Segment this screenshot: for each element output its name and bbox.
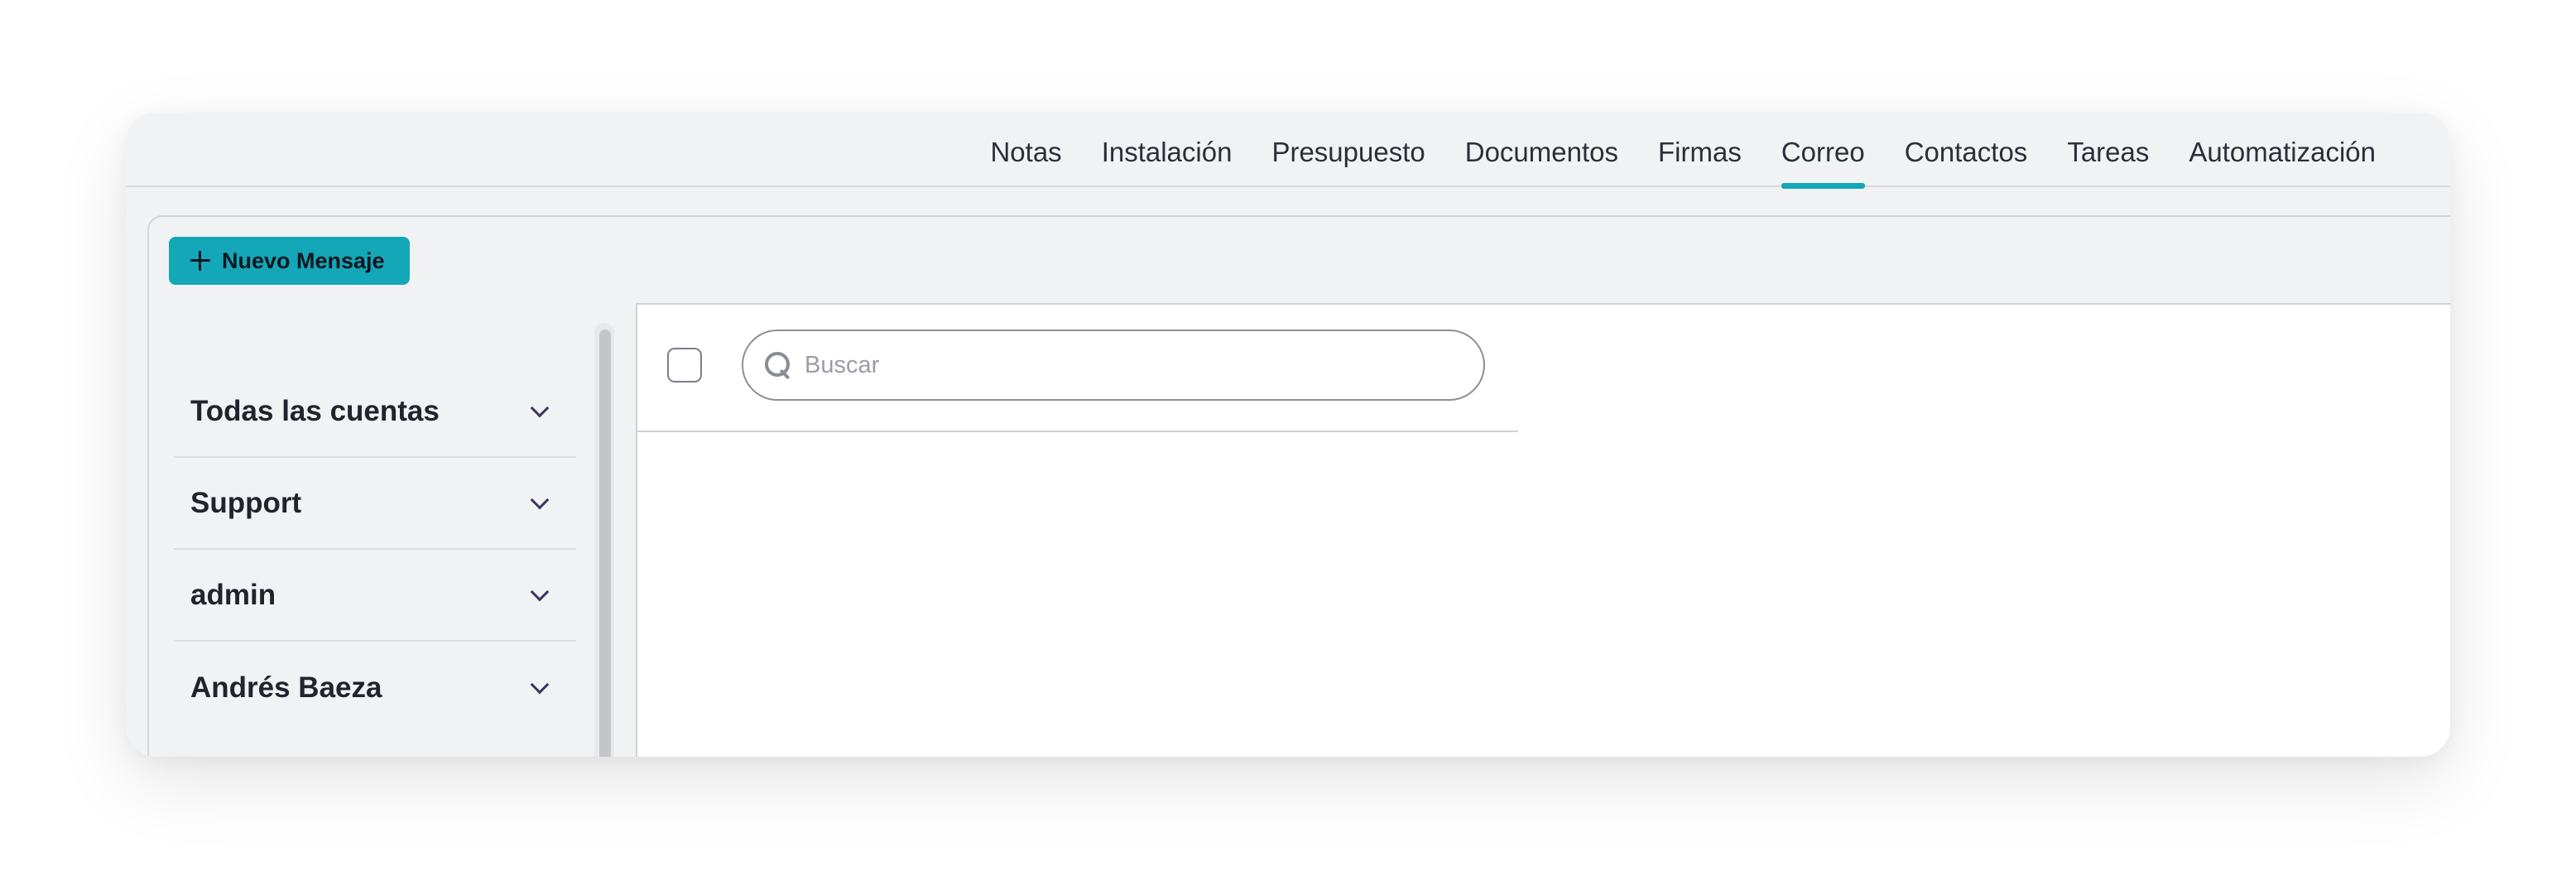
tab-firmas[interactable]: Firmas <box>1658 113 1742 187</box>
tab-list: Notas Instalación Presupuesto Documentos… <box>990 113 2376 189</box>
chevron-down-icon[interactable] <box>530 398 550 417</box>
account-item-todas[interactable]: Todas las cuentas <box>174 366 576 458</box>
tab-notas[interactable]: Notas <box>990 113 1061 187</box>
reading-pane <box>1518 303 2450 757</box>
search-field[interactable] <box>742 330 1485 401</box>
chevron-down-icon[interactable] <box>530 582 550 601</box>
tab-automatizacion[interactable]: Automatización <box>2189 113 2376 187</box>
account-label: Todas las cuentas <box>190 394 440 427</box>
select-all-checkbox[interactable] <box>667 348 702 383</box>
new-message-button[interactable]: Nuevo Mensaje <box>169 237 410 285</box>
tab-tareas[interactable]: Tareas <box>2067 113 2149 187</box>
mail-app-window: Notas Instalación Presupuesto Documentos… <box>126 113 2450 757</box>
account-item-admin[interactable]: admin <box>174 550 576 642</box>
account-label: Support <box>190 486 302 519</box>
tab-presupuesto[interactable]: Presupuesto <box>1271 113 1425 187</box>
mail-panel: Nuevo Mensaje Todas las cuentas Support … <box>147 215 2450 757</box>
account-item-support[interactable]: Support <box>174 458 576 550</box>
tab-correo[interactable]: Correo <box>1781 113 1865 189</box>
chevron-down-icon[interactable] <box>530 675 550 694</box>
search-input[interactable] <box>803 350 1465 380</box>
message-list <box>636 303 1520 757</box>
plus-icon <box>190 251 210 271</box>
tab-bar: Notas Instalación Presupuesto Documentos… <box>126 113 2450 189</box>
tab-instalacion[interactable]: Instalación <box>1102 113 1233 187</box>
chevron-down-icon[interactable] <box>530 490 550 509</box>
account-item-andres-baeza[interactable]: Andrés Baeza <box>174 642 576 734</box>
accounts-sidebar: Todas las cuentas Support admin Andrés B… <box>174 366 576 734</box>
account-label: Andrés Baeza <box>190 671 382 704</box>
new-message-label: Nuevo Mensaje <box>222 248 385 273</box>
tab-documentos[interactable]: Documentos <box>1465 113 1618 187</box>
tab-contactos[interactable]: Contactos <box>1905 113 2028 187</box>
scrollbar-thumb[interactable] <box>599 330 611 757</box>
search-icon <box>763 350 793 380</box>
message-list-header <box>637 305 1518 432</box>
account-label: admin <box>190 578 276 611</box>
sidebar-scrollbar[interactable] <box>594 323 614 757</box>
